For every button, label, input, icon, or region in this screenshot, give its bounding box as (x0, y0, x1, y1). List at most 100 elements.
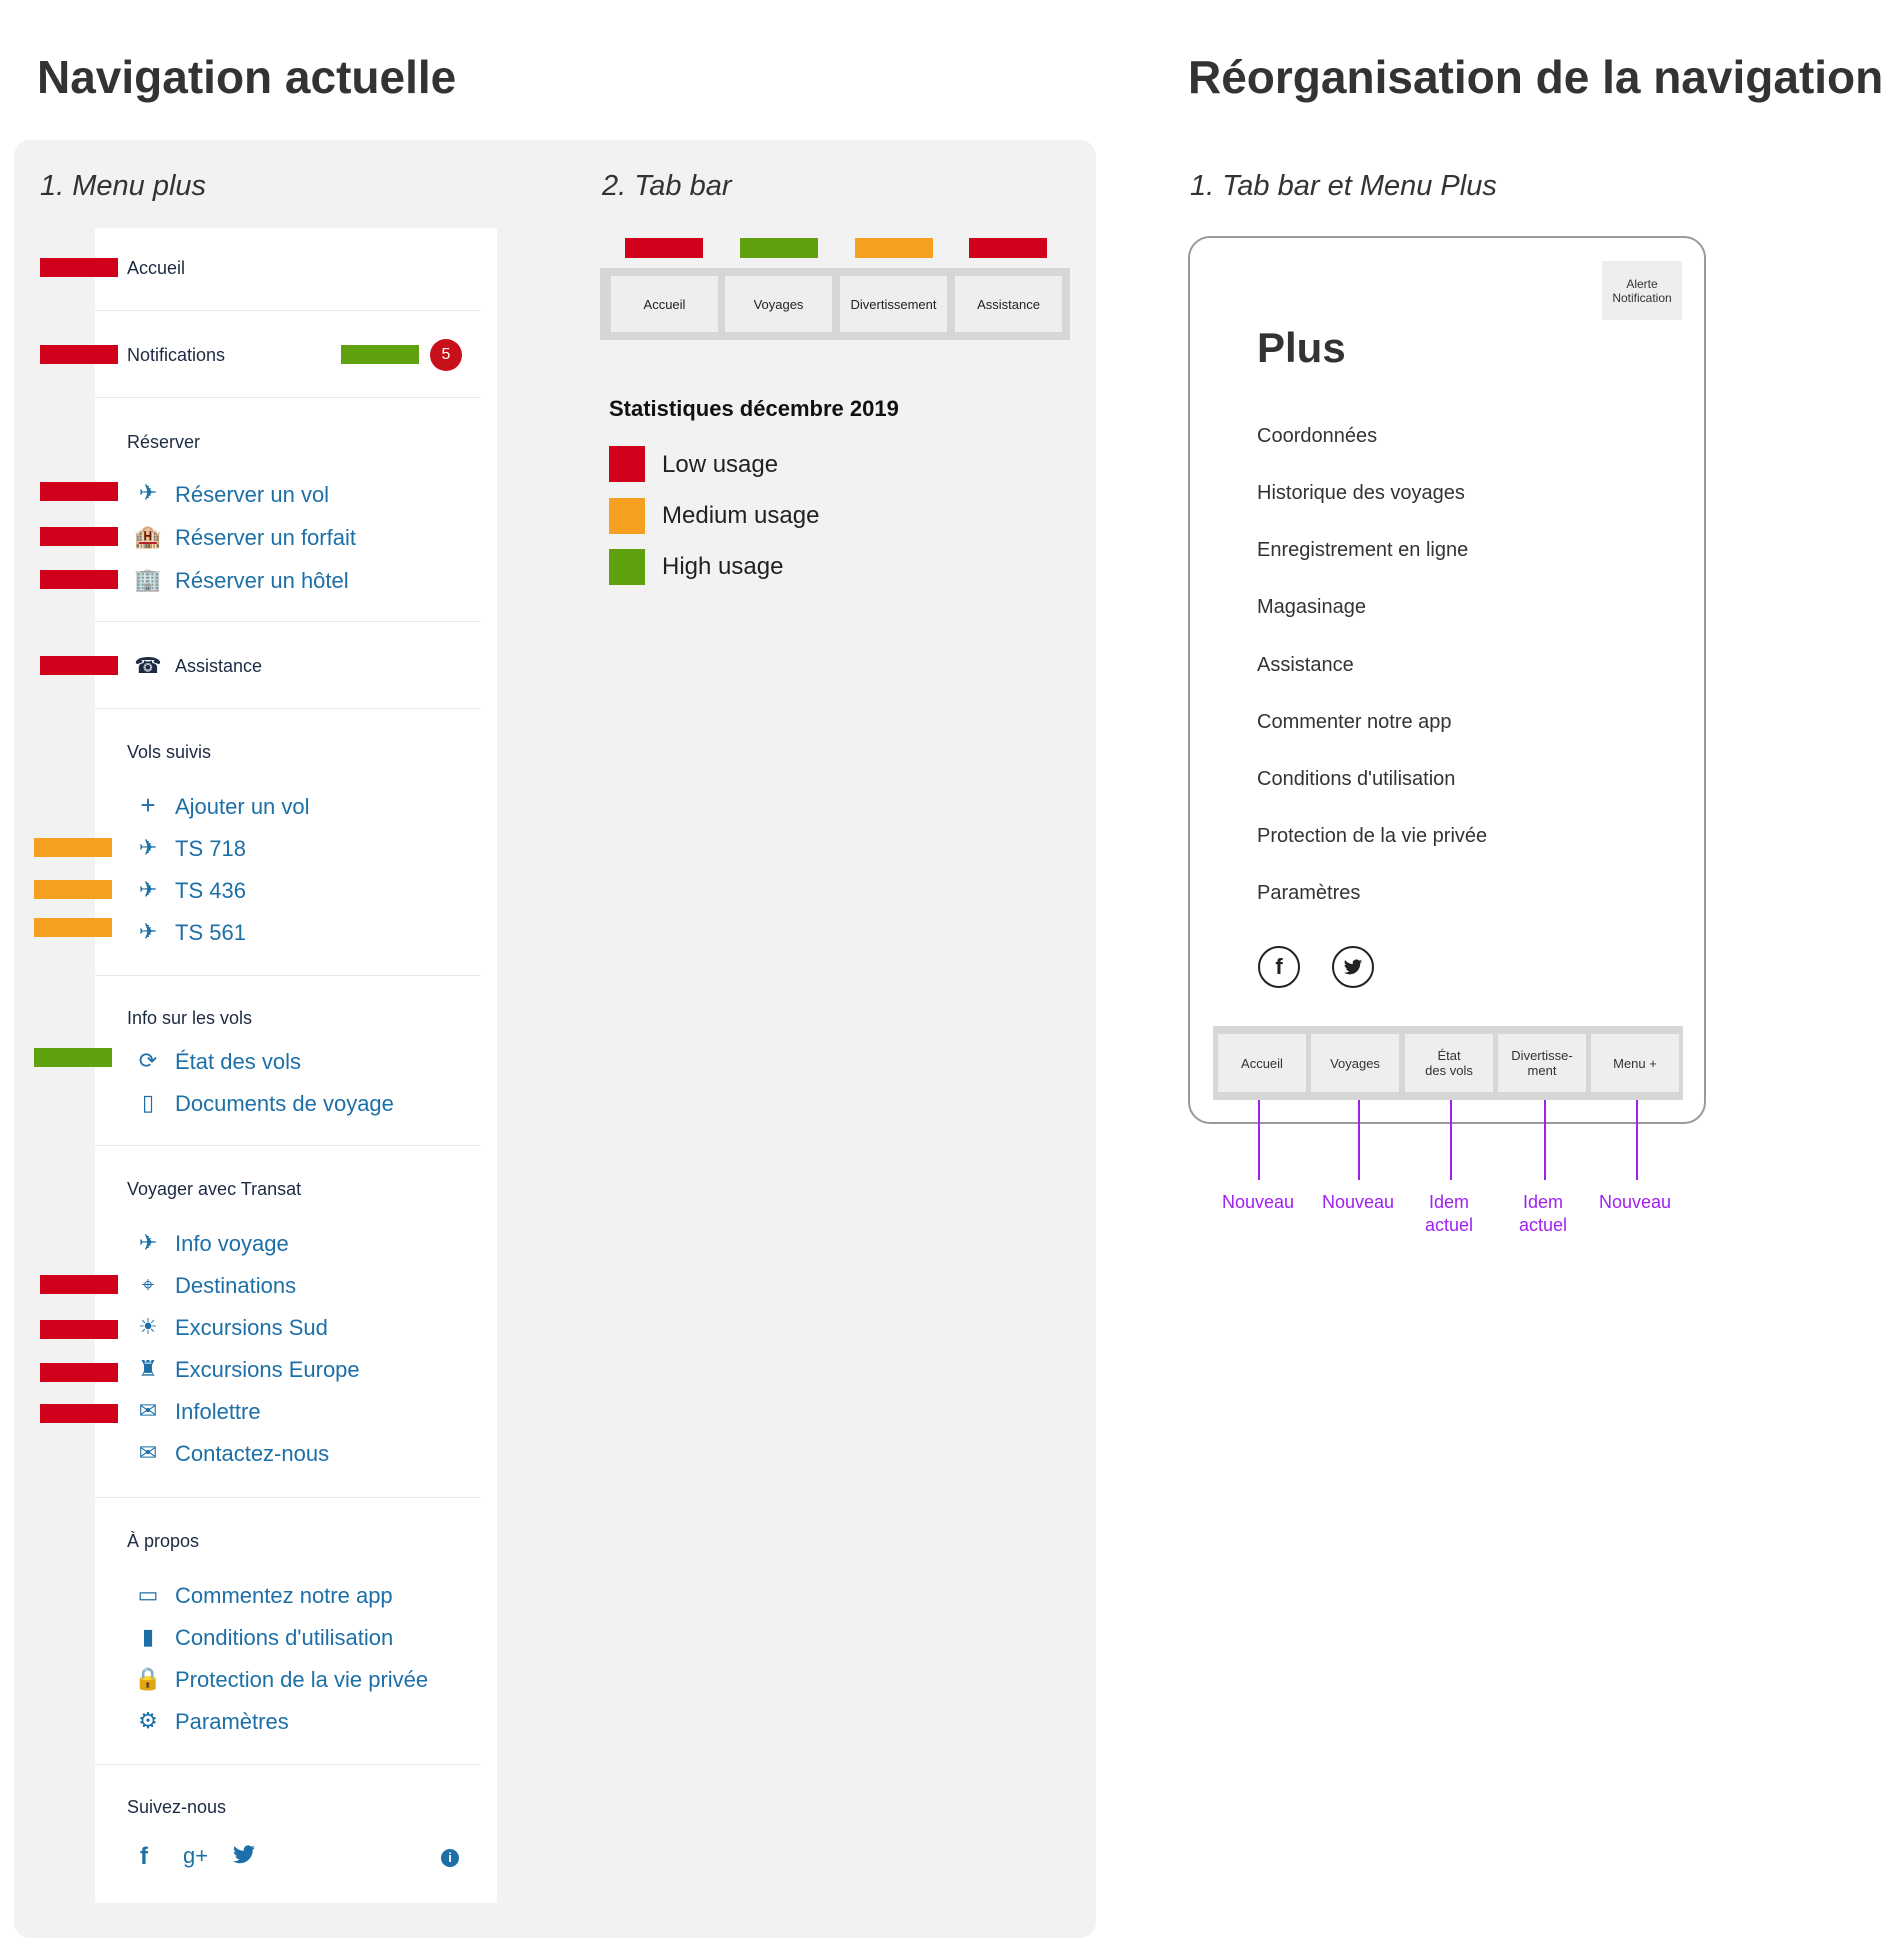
plus-item-conditions[interactable]: Conditions d'utilisation (1257, 768, 1455, 791)
subtitle-menu-plus: 1. Menu plus (40, 170, 207, 202)
new-tab-divertissement[interactable]: Divertisse- ment (1498, 1034, 1586, 1092)
menu-link-documents[interactable]: Documents de voyage (175, 1091, 394, 1117)
google-plus-icon[interactable]: g+ (183, 1843, 208, 1869)
tab-voyages[interactable]: Voyages (725, 276, 832, 332)
plus-item-enregistrement[interactable]: Enregistrement en ligne (1257, 539, 1468, 562)
section-info-vols: Info sur les vols (127, 1008, 253, 1028)
menu-item-accueil[interactable]: Accueil (127, 258, 185, 279)
plane-icon: ✈ (138, 877, 158, 902)
tab-usage-divertissement (855, 238, 933, 258)
package-icon: 🏨 (134, 524, 162, 549)
annotation-voyages: Nouveau (1313, 1191, 1403, 1214)
twitter-icon[interactable] (232, 1845, 256, 1865)
annotation-line (1258, 1100, 1260, 1180)
new-tab-menu-plus[interactable]: Menu + (1591, 1034, 1679, 1092)
flight-status-icon: ⟳ (138, 1048, 158, 1073)
legend-medium-label: Medium usage (662, 502, 820, 529)
menu-link-parametres[interactable]: Paramètres (175, 1709, 289, 1735)
usage-bar-ts561 (34, 918, 112, 937)
section-voyager: Voyager avec Transat (127, 1179, 302, 1199)
menu-link-ts436[interactable]: TS 436 (175, 878, 246, 904)
usage-bar-excursions-sud (40, 1320, 118, 1339)
menu-link-excursions-europe[interactable]: Excursions Europe (175, 1357, 360, 1383)
menu-item-notifications[interactable]: Notifications (127, 345, 225, 366)
menu-link-contactez-nous[interactable]: Contactez-nous (175, 1441, 329, 1467)
annotation-line (1450, 1100, 1452, 1180)
annotation-accueil: Nouveau (1213, 1191, 1303, 1214)
legend-high-swatch (609, 549, 645, 585)
subtitle-tab-bar: 2. Tab bar (602, 170, 732, 202)
chat-icon: ✉ (138, 1398, 158, 1423)
annotation-text: Idem (1522, 1192, 1564, 1212)
plus-item-vie-privee[interactable]: Protection de la vie privée (1257, 825, 1487, 848)
menu-link-destinations[interactable]: Destinations (175, 1273, 296, 1299)
menu-link-conditions[interactable]: Conditions d'utilisation (175, 1625, 393, 1651)
new-tab-etat-vols[interactable]: État des vols (1405, 1034, 1493, 1092)
annotation-text: Nouveau (1321, 1192, 1395, 1212)
menu-link-vie-privee[interactable]: Protection de la vie privée (175, 1667, 428, 1693)
plane-icon: ✈ (138, 480, 158, 505)
plus-item-commenter[interactable]: Commenter notre app (1257, 711, 1452, 734)
tab-accueil[interactable]: Accueil (611, 276, 718, 332)
section-suivez: Suivez-nous (127, 1797, 227, 1817)
twitter-icon[interactable] (1332, 946, 1374, 988)
hotel-icon: 🏢 (134, 567, 162, 592)
alert-notification-button[interactable]: Alerte Notification (1602, 261, 1682, 320)
legend-low-label: Low usage (662, 451, 779, 478)
plus-item-parametres[interactable]: Paramètres (1257, 882, 1360, 905)
tab-usage-assistance (969, 238, 1047, 258)
annotation-text: Idem (1428, 1192, 1470, 1212)
document-icon: ▯ (141, 1090, 155, 1115)
plus-item-magasinage[interactable]: Magasinage (1257, 596, 1366, 619)
annotation-line (1636, 1100, 1638, 1180)
usage-bar-ts436 (34, 880, 112, 899)
annotation-text: Nouveau (1221, 1192, 1295, 1212)
legend-low-swatch (609, 446, 645, 482)
plane-icon: ✈ (138, 919, 158, 944)
plus-item-assistance[interactable]: Assistance (1257, 654, 1354, 677)
usage-bar-notifications-badge (341, 345, 419, 364)
tab-assistance[interactable]: Assistance (955, 276, 1062, 332)
annotation-etat-vols: Idem actuel (1404, 1191, 1494, 1237)
menu-link-info-voyage[interactable]: Info voyage (175, 1231, 289, 1257)
plus-icon: + (140, 790, 156, 820)
annotation-line (1358, 1100, 1360, 1180)
usage-bar-ts718 (34, 838, 112, 857)
menu-link-etat-vols[interactable]: État des vols (175, 1049, 301, 1075)
annotation-text: Nouveau (1598, 1192, 1672, 1212)
menu-item-assistance[interactable]: Assistance (175, 656, 262, 677)
facebook-icon[interactable]: f (1258, 946, 1300, 988)
info-icon[interactable]: i (441, 1849, 459, 1867)
section-apropos: À propos (127, 1531, 200, 1551)
menu-link-reserver-vol[interactable]: Réserver un vol (175, 482, 329, 508)
subtitle-tab-and-plus: 1. Tab bar et Menu Plus (1190, 170, 1497, 202)
usage-bar-infolettre (40, 1404, 118, 1423)
plus-item-coordonnees[interactable]: Coordonnées (1257, 425, 1377, 448)
legend-medium-swatch (609, 498, 645, 534)
annotation-menu-plus: Nouveau (1590, 1191, 1680, 1214)
facebook-icon[interactable]: f (140, 1843, 148, 1871)
usage-bar-etat-vols (34, 1048, 112, 1067)
plus-title: Plus (1257, 324, 1346, 371)
new-tab-voyages[interactable]: Voyages (1311, 1034, 1399, 1092)
menu-link-reserver-hotel[interactable]: Réserver un hôtel (175, 568, 349, 594)
tab-usage-voyages (740, 238, 818, 258)
phone-icon: ☎ (134, 653, 162, 678)
divider (95, 1497, 481, 1498)
menu-link-infolettre[interactable]: Infolettre (175, 1399, 261, 1425)
menu-link-ajouter-vol[interactable]: Ajouter un vol (175, 794, 310, 820)
plus-item-historique[interactable]: Historique des voyages (1257, 482, 1465, 505)
menu-link-commentez[interactable]: Commentez notre app (175, 1583, 393, 1609)
tab-divertissement[interactable]: Divertissement (840, 276, 947, 332)
divider (95, 975, 481, 976)
usage-bar-excursions-europe (40, 1363, 118, 1382)
menu-link-excursions-sud[interactable]: Excursions Sud (175, 1315, 328, 1341)
menu-link-ts561[interactable]: TS 561 (175, 920, 246, 946)
menu-link-reserver-forfait[interactable]: Réserver un forfait (175, 525, 356, 551)
usage-bar-destinations (40, 1275, 118, 1294)
menu-link-ts718[interactable]: TS 718 (175, 836, 246, 862)
title-current-navigation: Navigation actuelle (37, 51, 457, 103)
legend-high-label: High usage (662, 553, 784, 580)
new-tab-accueil[interactable]: Accueil (1218, 1034, 1306, 1092)
annotation-divertissement: Idem actuel (1498, 1191, 1588, 1237)
